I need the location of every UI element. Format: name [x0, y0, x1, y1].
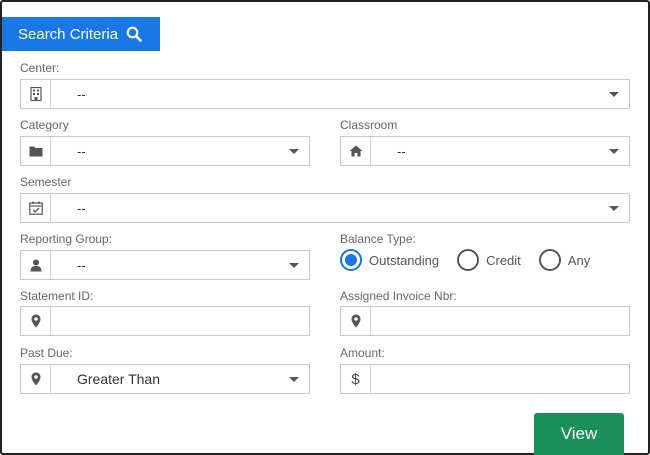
assigned-invoice-label: Assigned Invoice Nbr:: [340, 289, 457, 303]
radio-outstanding-label: Outstanding: [369, 252, 440, 268]
semester-select[interactable]: --: [20, 193, 630, 223]
chevron-down-icon[interactable]: [599, 80, 629, 108]
radio-any[interactable]: Any: [538, 249, 591, 271]
search-icon: [126, 26, 142, 42]
dollar-icon: $: [341, 365, 371, 393]
semester-label: Semester: [20, 175, 72, 189]
radio-button[interactable]: [457, 249, 480, 271]
center-select[interactable]: --: [20, 79, 630, 109]
search-criteria-title: Search Criteria: [18, 25, 119, 43]
map-marker-icon: [341, 307, 371, 335]
past-due-select[interactable]: Greater Than: [20, 364, 310, 394]
radio-button[interactable]: [340, 249, 362, 271]
balance-type-label: Balance Type:: [340, 232, 416, 246]
chevron-down-icon[interactable]: [279, 251, 309, 279]
amount-field[interactable]: $: [340, 364, 630, 394]
statement-id-input[interactable]: [51, 307, 309, 335]
folder-icon: [21, 137, 51, 165]
chevron-down-icon[interactable]: [279, 137, 309, 165]
search-criteria-tab[interactable]: Search Criteria: [2, 17, 160, 51]
reporting-group-label: Reporting Group:: [20, 232, 113, 246]
radio-credit[interactable]: Credit: [457, 249, 521, 271]
classroom-value: --: [397, 143, 406, 159]
map-marker-icon: [21, 365, 51, 393]
past-due-value: Greater Than: [77, 371, 161, 387]
center-value: --: [77, 86, 86, 102]
past-due-label: Past Due:: [20, 346, 73, 360]
assigned-invoice-input[interactable]: [371, 307, 629, 335]
radio-outstanding[interactable]: Outstanding: [340, 249, 439, 271]
category-select[interactable]: --: [20, 136, 310, 166]
category-value: --: [77, 143, 86, 159]
radio-credit-label: Credit: [486, 252, 521, 268]
balance-type-radio-group: Outstanding Credit Any: [340, 249, 608, 271]
chevron-down-icon[interactable]: [599, 194, 629, 222]
statement-id-label: Statement ID:: [20, 289, 94, 303]
reporting-group-select[interactable]: --: [20, 250, 310, 280]
assigned-invoice-field[interactable]: [340, 306, 630, 336]
classroom-select[interactable]: --: [340, 136, 630, 166]
chevron-down-icon[interactable]: [279, 365, 309, 393]
classroom-label: Classroom: [340, 118, 398, 132]
center-label: Center:: [20, 61, 60, 75]
view-button[interactable]: View: [534, 413, 624, 455]
map-marker-icon: [21, 307, 51, 335]
calendar-check-icon: [21, 194, 51, 222]
amount-input[interactable]: [371, 365, 629, 393]
amount-label: Amount:: [340, 346, 385, 360]
user-icon: [21, 251, 51, 279]
home-icon: [341, 137, 371, 165]
radio-any-label: Any: [567, 252, 591, 268]
category-label: Category: [20, 118, 69, 132]
reporting-group-value: --: [77, 257, 86, 273]
chevron-down-icon[interactable]: [599, 137, 629, 165]
radio-button[interactable]: [538, 249, 561, 271]
building-icon: [21, 80, 51, 108]
statement-id-field[interactable]: [20, 306, 310, 336]
semester-value: --: [77, 200, 86, 216]
